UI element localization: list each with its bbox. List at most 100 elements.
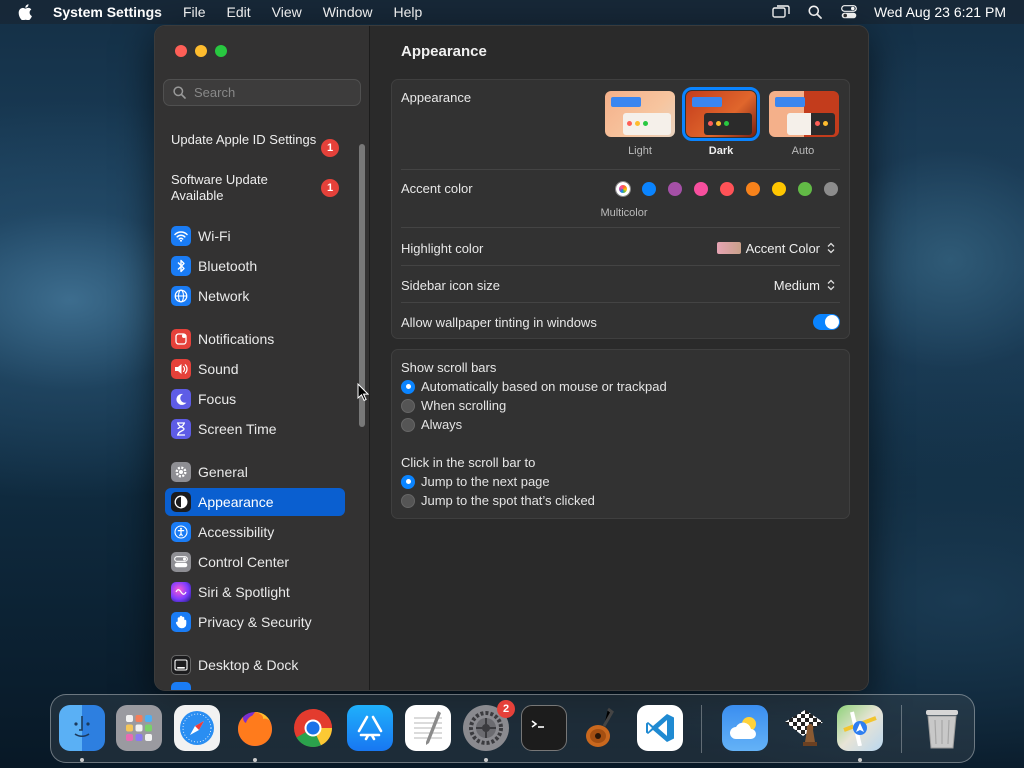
app-store-icon[interactable] xyxy=(347,705,393,751)
radio-indicator xyxy=(401,398,415,413)
scroll-bars-when-scrolling-radio[interactable]: When scrolling xyxy=(401,398,506,413)
accent-swatch-multicolor[interactable] xyxy=(615,181,631,197)
control-center-icon xyxy=(171,552,191,572)
safari-icon[interactable] xyxy=(174,705,220,751)
trash-icon[interactable] xyxy=(919,705,965,751)
zoom-button[interactable] xyxy=(215,45,227,57)
system-settings-window: Search Update Apple ID Settings 1 Softwa… xyxy=(154,25,869,691)
globe-icon xyxy=(171,286,191,306)
accent-swatch[interactable] xyxy=(798,182,812,196)
appearance-dark-thumb[interactable] xyxy=(682,87,760,141)
bluetooth-icon xyxy=(171,256,191,276)
sidebar-item-general[interactable]: General xyxy=(165,458,345,486)
garageband-icon[interactable] xyxy=(579,705,625,751)
menu-edit[interactable]: Edit xyxy=(227,4,251,20)
bell-icon xyxy=(171,329,191,349)
sidebar-icon-size-popup[interactable]: Medium xyxy=(774,277,837,293)
sidebar-item-privacy-security[interactable]: Privacy & Security xyxy=(165,608,345,636)
radio-indicator xyxy=(401,493,415,508)
launchpad-icon[interactable] xyxy=(116,705,162,751)
sidebar-item-sound[interactable]: Sound xyxy=(165,355,345,383)
chrome-icon[interactable] xyxy=(290,705,336,751)
sidebar-item-label: Sound xyxy=(198,361,239,377)
accent-swatch[interactable] xyxy=(824,182,838,196)
accent-swatch[interactable] xyxy=(720,182,734,196)
sidebar-item-screen-time[interactable]: Screen Time xyxy=(165,415,345,443)
highlight-color-swatch xyxy=(716,242,741,254)
sidebar-item-siri-spotlight[interactable]: Siri & Spotlight xyxy=(165,578,345,606)
sidebar-item-control-center[interactable]: Control Center xyxy=(165,548,345,576)
accent-swatch[interactable] xyxy=(746,182,760,196)
weather-icon[interactable] xyxy=(722,705,768,751)
accent-swatch[interactable] xyxy=(772,182,786,196)
wallpaper-tinting-toggle[interactable] xyxy=(813,314,840,330)
sidebar-item-desktop-dock[interactable]: Desktop & Dock xyxy=(165,651,345,679)
chess-icon[interactable] xyxy=(780,705,826,751)
radio-label: Always xyxy=(421,417,463,432)
vscode-icon[interactable] xyxy=(637,705,683,751)
menu-help[interactable]: Help xyxy=(394,4,423,20)
click-jump-next-page-radio[interactable]: Jump to the next page xyxy=(401,474,550,489)
dock-icon xyxy=(171,655,191,675)
software-update-item[interactable]: Software Update Available xyxy=(171,172,321,204)
menu-bar: System Settings File Edit View Window He… xyxy=(0,0,1024,24)
menu-clock[interactable]: Wed Aug 23 6:21 PM xyxy=(874,4,1006,20)
menu-window[interactable]: Window xyxy=(323,4,373,20)
main-content: Appearance Appearance Light Dark Auto Ac… xyxy=(371,26,868,690)
hourglass-icon xyxy=(171,419,191,439)
accent-swatch[interactable] xyxy=(668,182,682,196)
firefox-icon[interactable] xyxy=(232,705,278,751)
sidebar-item-notifications[interactable]: Notifications xyxy=(165,325,345,353)
sidebar-item-label: Wi-Fi xyxy=(198,228,231,244)
siri-icon xyxy=(171,582,191,602)
sidebar-item-appearance[interactable]: Appearance xyxy=(165,488,345,516)
accent-swatch[interactable] xyxy=(694,182,708,196)
radio-indicator xyxy=(401,417,415,432)
running-indicator xyxy=(484,758,488,762)
accent-swatch[interactable] xyxy=(642,182,656,196)
mouse-cursor xyxy=(357,383,369,401)
highlight-color-popup[interactable]: Accent Color xyxy=(716,240,837,256)
sidebar-item-label: Bluetooth xyxy=(198,258,258,274)
sidebar-item-partial[interactable] xyxy=(165,682,345,690)
click-scroll-bar-label: Click in the scroll bar to xyxy=(401,455,536,470)
screen-mirroring-icon[interactable] xyxy=(770,0,792,24)
textedit-icon[interactable] xyxy=(405,705,451,751)
close-button[interactable] xyxy=(175,45,187,57)
moon-icon xyxy=(171,389,191,409)
menu-file[interactable]: File xyxy=(183,4,206,20)
update-apple-id-item[interactable]: Update Apple ID Settings xyxy=(171,132,321,148)
hand-icon xyxy=(171,612,191,632)
wallpaper-tinting-label: Allow wallpaper tinting in windows xyxy=(401,315,597,330)
chevron-up-down-icon xyxy=(825,277,837,293)
sidebar-item-bluetooth[interactable]: Bluetooth xyxy=(165,252,345,280)
apple-menu-icon[interactable] xyxy=(18,0,36,24)
sidebar-item-focus[interactable]: Focus xyxy=(165,385,345,413)
sidebar-item-label: General xyxy=(198,464,248,480)
divider xyxy=(401,227,840,228)
click-jump-spot-radio[interactable]: Jump to the spot that’s clicked xyxy=(401,493,595,508)
search-icon[interactable] xyxy=(804,0,826,24)
minimize-button[interactable] xyxy=(195,45,207,57)
appearance-light-label: Light xyxy=(628,145,652,157)
search-placeholder: Search xyxy=(194,85,236,100)
appearance-light-thumb[interactable] xyxy=(605,91,675,137)
scroll-bars-always-radio[interactable]: Always xyxy=(401,417,462,432)
maps-icon[interactable] xyxy=(837,705,883,751)
sidebar-item-accessibility[interactable]: Accessibility xyxy=(165,518,345,546)
system-settings-badge: 2 xyxy=(497,700,515,718)
appearance-auto-thumb[interactable] xyxy=(769,91,839,137)
appearance-icon xyxy=(171,492,191,512)
dock: 2 xyxy=(50,694,975,763)
running-indicator xyxy=(80,758,84,762)
menu-view[interactable]: View xyxy=(272,4,302,20)
radio-label: Jump to the next page xyxy=(421,474,550,489)
control-center-icon[interactable] xyxy=(838,0,860,24)
finder-icon[interactable] xyxy=(59,705,105,751)
menu-app-name[interactable]: System Settings xyxy=(53,4,162,20)
scroll-bars-automatic-radio[interactable]: Automatically based on mouse or trackpad xyxy=(401,379,667,394)
sidebar-item-network[interactable]: Network xyxy=(165,282,345,310)
search-field[interactable]: Search xyxy=(163,79,361,106)
sidebar-item-wifi[interactable]: Wi-Fi xyxy=(165,222,345,250)
terminal-icon[interactable] xyxy=(521,705,567,751)
